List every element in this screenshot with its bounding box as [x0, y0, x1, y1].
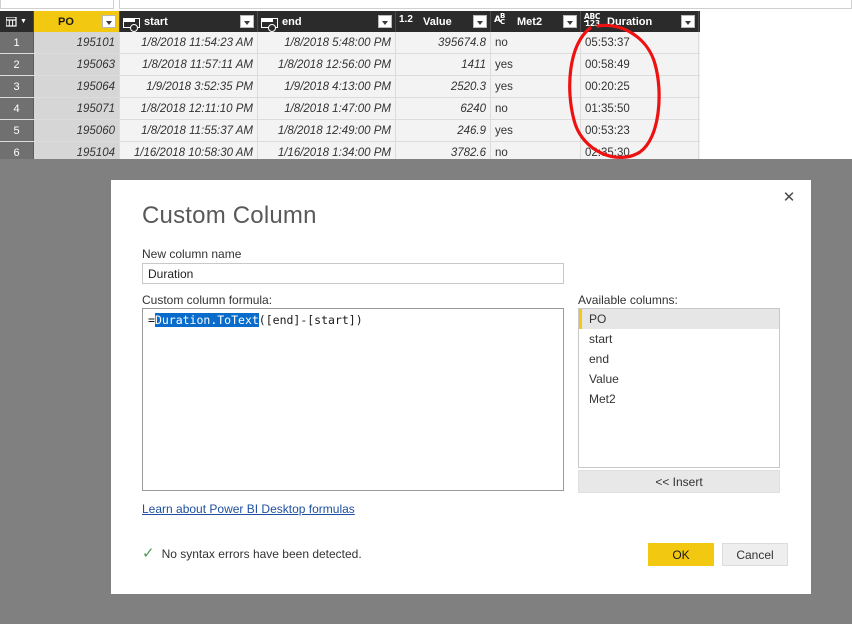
cell-value[interactable]: 6240: [396, 98, 491, 119]
ribbon-group-left: [0, 0, 114, 9]
cell-end[interactable]: 1/8/2018 1:47:00 PM: [258, 98, 396, 119]
row-number[interactable]: 3: [0, 76, 34, 97]
data-preview-grid: ▼ 1 2 3 PO start end 1.2 Value A B C Met2 ABC 123 Dura…: [0, 11, 700, 172]
column-filter-dropdown-icon[interactable]: [378, 15, 392, 28]
whole-number-icon: 123: [37, 12, 52, 25]
table-row[interactable]: 4 195071 1/8/2018 12:11:10 PM 1/8/2018 1:47…: [0, 98, 700, 120]
grid-column-header-value[interactable]: 1.2 Value: [396, 11, 491, 32]
cell-value[interactable]: 2520.3: [396, 76, 491, 97]
insert-button[interactable]: << Insert: [578, 470, 780, 493]
column-filter-dropdown-icon[interactable]: [102, 15, 116, 28]
close-icon[interactable]: ✕: [769, 182, 809, 212]
formula-equals-sign: =: [148, 313, 155, 327]
row-number[interactable]: 1: [0, 32, 34, 53]
datetime-icon: [261, 17, 278, 32]
grid-corner-caret-icon: ▼: [20, 18, 27, 25]
cell-duration[interactable]: 05:53:37: [581, 32, 699, 53]
table-row[interactable]: 5 195060 1/8/2018 11:55:37 AM 1/8/2018 12:4…: [0, 120, 700, 142]
table-row[interactable]: 3 195064 1/9/2018 3:52:35 PM 1/9/2018 4:13:…: [0, 76, 700, 98]
formula-label: Custom column formula:: [142, 293, 273, 307]
grid-column-header-start[interactable]: start: [120, 11, 258, 32]
column-filter-dropdown-icon[interactable]: [563, 15, 577, 28]
column-filter-dropdown-icon[interactable]: [473, 15, 487, 28]
cell-duration[interactable]: 00:58:49: [581, 54, 699, 75]
decimal-number-icon: 1.2: [399, 14, 413, 25]
grid-column-header-label: end: [282, 15, 302, 28]
grid-select-all-corner[interactable]: ▼: [0, 11, 34, 32]
row-number[interactable]: 5: [0, 120, 34, 141]
ribbon-group-right: [119, 0, 852, 9]
ribbon-sliver: [0, 0, 852, 11]
cell-met2[interactable]: no: [491, 98, 581, 119]
syntax-status: ✓ No syntax errors have been detected.: [142, 546, 362, 561]
grid-column-header-duration[interactable]: ABC 123 Duration: [581, 11, 699, 32]
row-number[interactable]: 2: [0, 54, 34, 75]
cell-po[interactable]: 195064: [34, 76, 120, 97]
grid-column-header-end[interactable]: end: [258, 11, 396, 32]
cell-start[interactable]: 1/8/2018 11:54:23 AM: [120, 32, 258, 53]
cell-met2[interactable]: no: [491, 32, 581, 53]
available-column-item-met2[interactable]: Met2: [579, 389, 779, 409]
cell-end[interactable]: 1/9/2018 4:13:00 PM: [258, 76, 396, 97]
cell-po[interactable]: 195063: [34, 54, 120, 75]
cell-start[interactable]: 1/8/2018 11:57:11 AM: [120, 54, 258, 75]
grid-column-header-label: PO: [58, 15, 74, 28]
grid-column-header-label: start: [144, 15, 168, 28]
dialog-title: Custom Column: [142, 202, 317, 229]
grid-column-header-label: Met2: [517, 15, 543, 28]
cell-duration[interactable]: 00:20:25: [581, 76, 699, 97]
cell-met2[interactable]: yes: [491, 120, 581, 141]
cell-value[interactable]: 1411: [396, 54, 491, 75]
row-number[interactable]: 4: [0, 98, 34, 119]
cell-start[interactable]: 1/8/2018 11:55:37 AM: [120, 120, 258, 141]
table-row[interactable]: 1 195101 1/8/2018 11:54:23 AM 1/8/2018 5:48…: [0, 32, 700, 54]
cell-end[interactable]: 1/8/2018 5:48:00 PM: [258, 32, 396, 53]
datetime-icon: [123, 17, 140, 32]
grid-column-header-po[interactable]: 1 2 3 PO: [34, 11, 120, 32]
check-icon: ✓: [142, 544, 155, 562]
ok-button[interactable]: OK: [648, 543, 714, 566]
grid-right-empty-area: [700, 11, 852, 167]
cell-met2[interactable]: yes: [491, 54, 581, 75]
available-column-item-po[interactable]: PO: [579, 309, 779, 329]
column-filter-dropdown-icon[interactable]: [240, 15, 254, 28]
custom-column-formula-editor[interactable]: =Duration.ToText([end]-[start]): [142, 308, 564, 491]
any-abc123-icon: ABC 123: [584, 12, 601, 28]
available-column-item-start[interactable]: start: [579, 329, 779, 349]
new-column-name-label: New column name: [142, 247, 242, 261]
cell-po[interactable]: 195071: [34, 98, 120, 119]
cell-start[interactable]: 1/9/2018 3:52:35 PM: [120, 76, 258, 97]
cell-po[interactable]: 195060: [34, 120, 120, 141]
learn-formulas-link[interactable]: Learn about Power BI Desktop formulas: [142, 502, 355, 516]
formula-remainder: ([end]-[start]): [258, 313, 363, 327]
custom-column-dialog: ✕ Custom Column New column name Custom c…: [111, 180, 811, 594]
new-column-name-input[interactable]: [142, 263, 564, 284]
grid-column-header-met2[interactable]: A B C Met2: [491, 11, 581, 32]
text-abc-icon: ABC: [494, 12, 506, 26]
cell-start[interactable]: 1/8/2018 12:11:10 PM: [120, 98, 258, 119]
available-column-item-end[interactable]: end: [579, 349, 779, 369]
grid-column-header-label: Value: [423, 15, 452, 28]
syntax-status-text: No syntax errors have been detected.: [161, 546, 362, 561]
grid-body: 1 195101 1/8/2018 11:54:23 AM 1/8/2018 5:48…: [0, 32, 700, 164]
grid-column-header-label: Duration: [607, 15, 653, 28]
table-row[interactable]: 2 195063 1/8/2018 11:57:11 AM 1/8/2018 12:5…: [0, 54, 700, 76]
cell-value[interactable]: 246.9: [396, 120, 491, 141]
cell-duration[interactable]: 00:53:23: [581, 120, 699, 141]
cell-po[interactable]: 195101: [34, 32, 120, 53]
grid-corner-icon: [6, 16, 17, 27]
cell-met2[interactable]: yes: [491, 76, 581, 97]
cell-duration[interactable]: 01:35:50: [581, 98, 699, 119]
column-filter-dropdown-icon[interactable]: [681, 15, 695, 28]
available-columns-label: Available columns:: [578, 293, 678, 307]
available-columns-list[interactable]: PO start end Value Met2: [578, 308, 780, 468]
cell-end[interactable]: 1/8/2018 12:49:00 PM: [258, 120, 396, 141]
grid-header-row: ▼ 1 2 3 PO start end 1.2 Value A B C Met2 ABC 123 Dura…: [0, 11, 700, 32]
cell-end[interactable]: 1/8/2018 12:56:00 PM: [258, 54, 396, 75]
formula-selected-token: Duration.ToText: [154, 313, 259, 327]
cancel-button[interactable]: Cancel: [722, 543, 788, 566]
cell-value[interactable]: 395674.8: [396, 32, 491, 53]
available-column-item-value[interactable]: Value: [579, 369, 779, 389]
